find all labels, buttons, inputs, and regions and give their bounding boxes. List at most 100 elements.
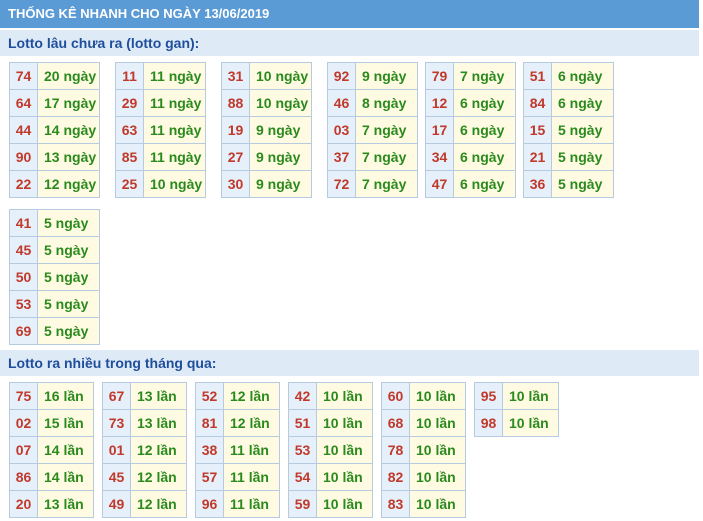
occurrence-count: 12 lần: [223, 409, 280, 437]
gan-group-table: 31 10 ngày 88 10 ngày 19 9 ngày 27 9 ngày 30 9 ng…: [221, 62, 312, 198]
lotto-number: 19: [221, 116, 250, 144]
lotto-number: 44: [9, 116, 38, 144]
lotto-number: 27: [221, 143, 250, 171]
table-row: 42 10 lần: [288, 382, 373, 410]
table-row: 51 10 lần: [288, 409, 373, 437]
lotto-number: 68: [381, 409, 410, 437]
table-row: 29 11 ngày: [115, 89, 206, 117]
gan-group-table: 74 20 ngày 64 17 ngày 44 14 ngày 90 13 ngày 22 12…: [9, 62, 100, 198]
many-group-table: 75 16 lần 02 15 lần 07 14 lần 86 14 lần 20 13 lần: [9, 382, 94, 518]
lotto-number: 12: [425, 89, 454, 117]
lotto-number: 72: [327, 170, 356, 198]
section-heading-lotto-gan: Lotto lâu chưa ra (lotto gan):: [0, 30, 699, 56]
days-absent: 11 ngày: [143, 89, 206, 117]
table-row: 02 15 lần: [9, 409, 94, 437]
table-row: 83 10 lần: [381, 490, 466, 518]
days-absent: 5 ngày: [37, 290, 100, 318]
lotto-number: 75: [9, 382, 38, 410]
table-row: 98 10 lần: [474, 409, 559, 437]
lotto-number: 47: [425, 170, 454, 198]
lotto-number: 36: [523, 170, 552, 198]
table-row: 41 5 ngày: [9, 209, 100, 237]
days-absent: 9 ngày: [249, 116, 312, 144]
table-row: 72 7 ngày: [327, 170, 418, 198]
table-row: 30 9 ngày: [221, 170, 312, 198]
occurrence-count: 10 lần: [316, 409, 373, 437]
occurrence-count: 14 lần: [37, 463, 94, 491]
table-row: 85 11 ngày: [115, 143, 206, 171]
occurrence-count: 10 lần: [316, 463, 373, 491]
lotto-number: 98: [474, 409, 503, 437]
table-row: 21 5 ngày: [523, 143, 614, 171]
page-title: THỐNG KÊ NHANH CHO NGÀY 13/06/2019: [0, 0, 699, 28]
table-row: 52 12 lần: [195, 382, 280, 410]
gan-group-table: 41 5 ngày 45 5 ngày 50 5 ngày 53 5 ngày 69 5 ngày: [9, 209, 100, 345]
lotto-number: 45: [9, 236, 38, 264]
lotto-number: 84: [523, 89, 552, 117]
days-absent: 5 ngày: [37, 236, 100, 264]
lotto-number: 92: [327, 62, 356, 90]
lotto-number: 81: [195, 409, 224, 437]
table-row: 59 10 lần: [288, 490, 373, 518]
many-group-table: 52 12 lần 81 12 lần 38 11 lần 57 11 lần 96 11 lần: [195, 382, 280, 518]
occurrence-count: 10 lần: [316, 490, 373, 518]
days-absent: 9 ngày: [249, 170, 312, 198]
lotto-number: 01: [102, 436, 131, 464]
table-row: 01 12 lần: [102, 436, 187, 464]
lotto-number: 73: [102, 409, 131, 437]
table-row: 73 13 lần: [102, 409, 187, 437]
table-row: 17 6 ngày: [425, 116, 516, 144]
lotto-number: 07: [9, 436, 38, 464]
lotto-number: 54: [288, 463, 317, 491]
table-row: 53 5 ngày: [9, 290, 100, 318]
table-row: 37 7 ngày: [327, 143, 418, 171]
lotto-number: 53: [9, 290, 38, 318]
occurrence-count: 11 lần: [223, 436, 280, 464]
days-absent: 5 ngày: [551, 116, 614, 144]
lotto-number: 03: [327, 116, 356, 144]
days-absent: 6 ngày: [551, 62, 614, 90]
many-group-table: 95 10 lần 98 10 lần: [474, 382, 559, 437]
lotto-number: 30: [221, 170, 250, 198]
lotto-number: 51: [288, 409, 317, 437]
lotto-number: 96: [195, 490, 224, 518]
lotto-number: 88: [221, 89, 250, 117]
occurrence-count: 11 lần: [223, 463, 280, 491]
table-row: 84 6 ngày: [523, 89, 614, 117]
occurrence-count: 12 lần: [130, 463, 187, 491]
occurrence-count: 12 lần: [130, 490, 187, 518]
lotto-number: 29: [115, 89, 144, 117]
table-row: 38 11 lần: [195, 436, 280, 464]
lotto-number: 83: [381, 490, 410, 518]
table-row: 25 10 ngày: [115, 170, 206, 198]
lotto-number: 90: [9, 143, 38, 171]
occurrence-count: 13 lần: [37, 490, 94, 518]
many-group-table: 60 10 lần 68 10 lần 78 10 lần 82 10 lần 83 10 lần: [381, 382, 466, 518]
occurrence-count: 12 lần: [130, 436, 187, 464]
table-row: 47 6 ngày: [425, 170, 516, 198]
table-row: 82 10 lần: [381, 463, 466, 491]
lotto-number: 34: [425, 143, 454, 171]
days-absent: 7 ngày: [453, 62, 516, 90]
days-absent: 10 ngày: [249, 89, 312, 117]
occurrence-count: 14 lần: [37, 436, 94, 464]
days-absent: 5 ngày: [551, 143, 614, 171]
table-row: 63 11 ngày: [115, 116, 206, 144]
table-row: 07 14 lần: [9, 436, 94, 464]
occurrence-count: 16 lần: [37, 382, 94, 410]
many-group-table: 42 10 lần 51 10 lần 53 10 lần 54 10 lần 59 10 lần: [288, 382, 373, 518]
table-row: 57 11 lần: [195, 463, 280, 491]
table-row: 03 7 ngày: [327, 116, 418, 144]
lotto-number: 41: [9, 209, 38, 237]
lotto-number: 15: [523, 116, 552, 144]
occurrence-count: 10 lần: [409, 463, 466, 491]
lotto-number: 51: [523, 62, 552, 90]
table-row: 46 8 ngày: [327, 89, 418, 117]
days-absent: 6 ngày: [551, 89, 614, 117]
lotto-number: 31: [221, 62, 250, 90]
days-absent: 6 ngày: [453, 116, 516, 144]
lotto-number: 20: [9, 490, 38, 518]
occurrence-count: 13 lần: [130, 382, 187, 410]
gan-group-table: 51 6 ngày 84 6 ngày 15 5 ngày 21 5 ngày 36 5 ngày: [523, 62, 614, 198]
table-row: 74 20 ngày: [9, 62, 100, 90]
